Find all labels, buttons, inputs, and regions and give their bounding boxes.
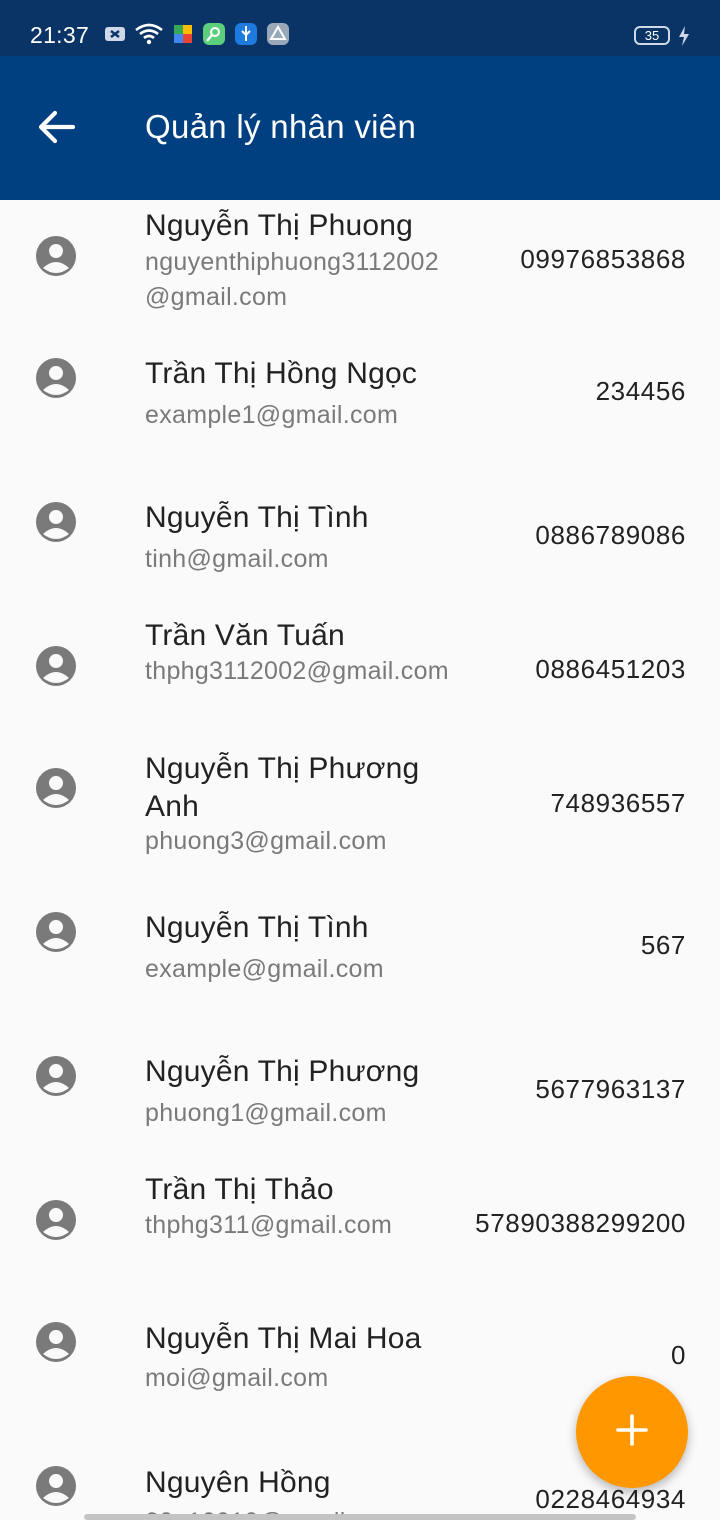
status-time: 21:37 [30, 22, 90, 48]
employee-name: Nguyễn Thị Mai Hoa [145, 1322, 422, 1355]
employee-row[interactable]: Nguyễn Thị Phương phuong1@gmail.com 5677… [0, 1044, 720, 1174]
account-circle-icon [36, 1200, 76, 1240]
employee-email: phuong3@gmail.com [145, 827, 387, 855]
employee-name: Trần Văn Tuấn [145, 619, 345, 652]
add-employee-button[interactable] [576, 1376, 688, 1488]
account-circle-icon [36, 1322, 76, 1362]
employee-phone: 09976853868 [520, 244, 686, 274]
account-circle-icon [36, 646, 76, 686]
account-circle-icon [36, 1056, 76, 1096]
employee-row[interactable]: Trần Thị Hồng Ngọc example1@gmail.com 23… [0, 340, 720, 470]
account-circle-icon [36, 1466, 76, 1506]
employee-list: Nguyễn Thị Phuong nguyenthiphuong3112002… [0, 200, 720, 1520]
employee-name: Trần Thị Thảo [145, 1173, 334, 1206]
employee-phone: 0886451203 [535, 654, 686, 684]
employee-name: Nguyên Hồng [145, 1466, 331, 1499]
page-title: Quản lý nhân viên [145, 108, 417, 145]
employee-row[interactable]: Nguyễn Thị Phương Anh phuong3@gmail.com … [0, 750, 720, 880]
add-icon [615, 1413, 649, 1452]
arrow-back-icon [38, 110, 76, 149]
employee-name: Nguyễn Thị Phuong [145, 209, 414, 242]
drive-icon [266, 22, 290, 51]
employee-phone: 234456 [595, 376, 686, 406]
employee-phone: 567 [640, 930, 686, 960]
employee-row[interactable]: Nguyễn Thị Phuong nguyenthiphuong3112002… [0, 200, 720, 330]
employee-name: Nguyễn Thị Phương [145, 1055, 420, 1088]
employee-name: Nguyễn Thị Tình [145, 501, 369, 534]
employee-name: Nguyễn Thị Tình [145, 911, 369, 944]
employee-phone: 0886789086 [535, 520, 686, 550]
employee-email: example1@gmail.com [145, 401, 399, 429]
employee-phone: 57890388299200 [475, 1208, 686, 1238]
account-circle-icon [36, 358, 76, 398]
employee-phone: 0 [670, 1340, 686, 1370]
employee-phone: 0228464934 [535, 1484, 686, 1514]
employee-email: example@gmail.com [145, 955, 384, 983]
account-circle-icon [36, 768, 76, 808]
employee-row[interactable]: Nguyễn Thị Tình example@gmail.com 567 [0, 900, 720, 1030]
usb-icon [234, 22, 258, 51]
notification-icon [104, 25, 126, 48]
charging-icon [677, 25, 691, 52]
employee-email: nguyenthiphuong3112002@gmail.com [145, 248, 439, 311]
employee-email: moi@gmail.com [145, 1364, 329, 1392]
status-icons [104, 22, 290, 50]
status-bar: 21:37 35 [0, 0, 720, 56]
navigation-handle[interactable] [84, 1514, 636, 1520]
account-circle-icon [36, 912, 76, 952]
employee-name: Nguyễn Thị Phương Anh [145, 752, 420, 823]
back-button[interactable] [28, 100, 86, 158]
wifi-icon [134, 23, 164, 50]
app-bar: Quản lý nhân viên [0, 56, 720, 200]
employee-name: Trần Thị Hồng Ngọc [145, 357, 418, 390]
employee-email: phuong1@gmail.com [145, 1099, 387, 1127]
battery-indicator: 35 [634, 26, 670, 45]
employee-email: thphg3112002@gmail.com [145, 657, 449, 685]
maps-icon [202, 22, 226, 51]
account-circle-icon [36, 236, 76, 276]
employee-row[interactable]: Trần Văn Tuấn thphg3112002@gmail.com 088… [0, 614, 720, 744]
employee-phone: 5677963137 [535, 1074, 686, 1104]
play-games-icon [172, 23, 194, 50]
employee-email: tinh@gmail.com [145, 545, 329, 573]
account-circle-icon [36, 502, 76, 542]
employee-row[interactable]: Nguyễn Thị Tình tinh@gmail.com 088678908… [0, 484, 720, 614]
employee-email: thphg311@gmail.com [145, 1211, 393, 1239]
employee-phone: 748936557 [550, 788, 686, 818]
employee-row[interactable]: Trần Thị Thảo thphg311@gmail.com 5789038… [0, 1170, 720, 1300]
